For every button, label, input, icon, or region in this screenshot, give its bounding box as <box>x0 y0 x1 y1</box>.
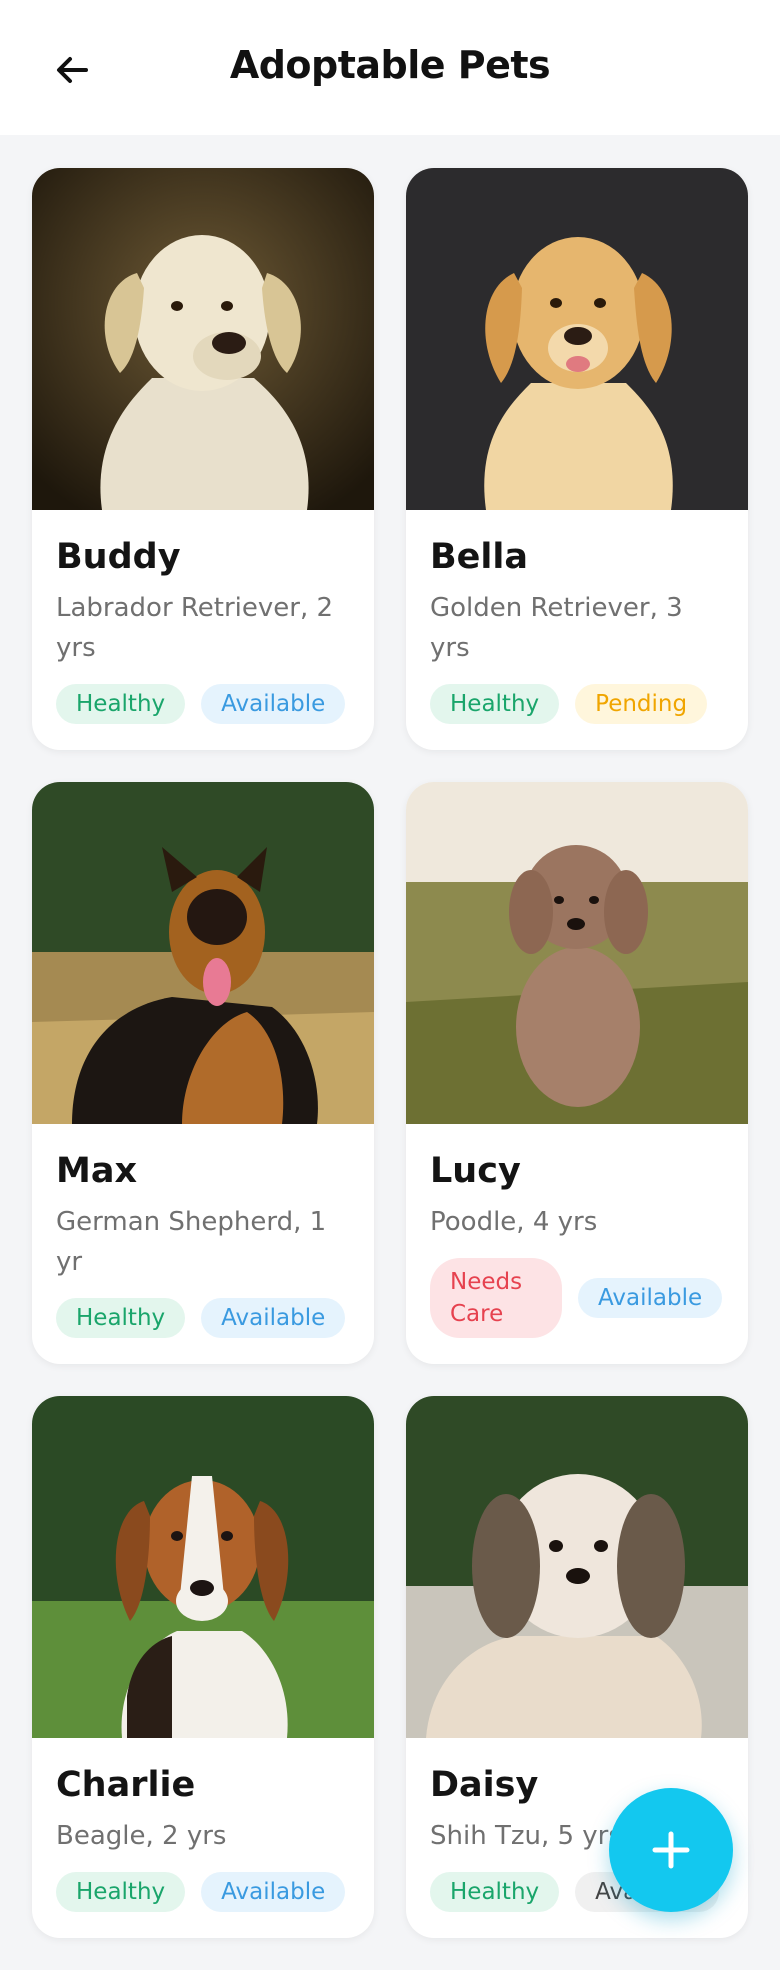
pet-name: Charlie <box>56 1765 196 1805</box>
pet-card-max[interactable]: Max German Shepherd, 1 yr Healthy Availa… <box>32 782 374 1364</box>
status-badge-health: Healthy <box>56 1298 186 1338</box>
status-badge-adoption: Available <box>201 1872 346 1912</box>
add-pet-button[interactable] <box>609 1788 733 1912</box>
back-button[interactable] <box>42 44 102 96</box>
pet-card-charlie[interactable]: Charlie Beagle, 2 yrs Healthy Available <box>32 1396 374 1938</box>
pet-card-buddy[interactable]: Buddy Labrador Retriever, 2 yrs Healthy … <box>32 168 374 750</box>
pet-description: Golden Retriever, 3 yrs <box>430 593 683 663</box>
pet-card-lucy[interactable]: Lucy Poodle, 4 yrs Needs Care Available <box>406 782 748 1364</box>
pet-description: Labrador Retriever, 2 yrs <box>56 593 334 663</box>
pet-description: Poodle, 4 yrs <box>430 1207 598 1237</box>
pet-photo-max <box>32 782 374 1124</box>
status-badge-health: Healthy <box>56 684 186 724</box>
pet-name: Buddy <box>56 537 181 577</box>
status-badge-adoption: Available <box>201 1298 346 1338</box>
pet-photo-daisy <box>406 1396 748 1738</box>
status-badge-adoption: Available <box>201 684 346 724</box>
status-badge-health: Healthy <box>430 684 560 724</box>
status-badge-adoption: Pending <box>575 684 708 724</box>
pet-photo-buddy <box>32 168 374 510</box>
arrow-left-icon <box>57 57 88 83</box>
pet-description: German Shepherd, 1 yr <box>56 1207 327 1277</box>
page-title: Adoptable Pets <box>229 42 551 87</box>
pet-photo-bella <box>406 168 748 510</box>
pet-grid: Buddy Labrador Retriever, 2 yrs Healthy … <box>32 168 748 1938</box>
status-badge-health: Needs Care <box>430 1258 562 1338</box>
pet-name: Max <box>56 1151 138 1191</box>
pet-photo-charlie <box>32 1396 374 1738</box>
pet-name: Lucy <box>430 1151 521 1191</box>
plus-icon <box>652 1831 690 1869</box>
app-header: Adoptable Pets <box>0 0 780 135</box>
status-badge-adoption: Available <box>578 1278 723 1318</box>
pet-description: Beagle, 2 yrs <box>56 1821 227 1851</box>
status-badge-health: Healthy <box>430 1872 560 1912</box>
status-badge-health: Healthy <box>56 1872 186 1912</box>
pet-card-bella[interactable]: Bella Golden Retriever, 3 yrs Healthy Pe… <box>406 168 748 750</box>
pet-name: Bella <box>430 537 529 577</box>
pet-photo-lucy <box>406 782 748 1124</box>
